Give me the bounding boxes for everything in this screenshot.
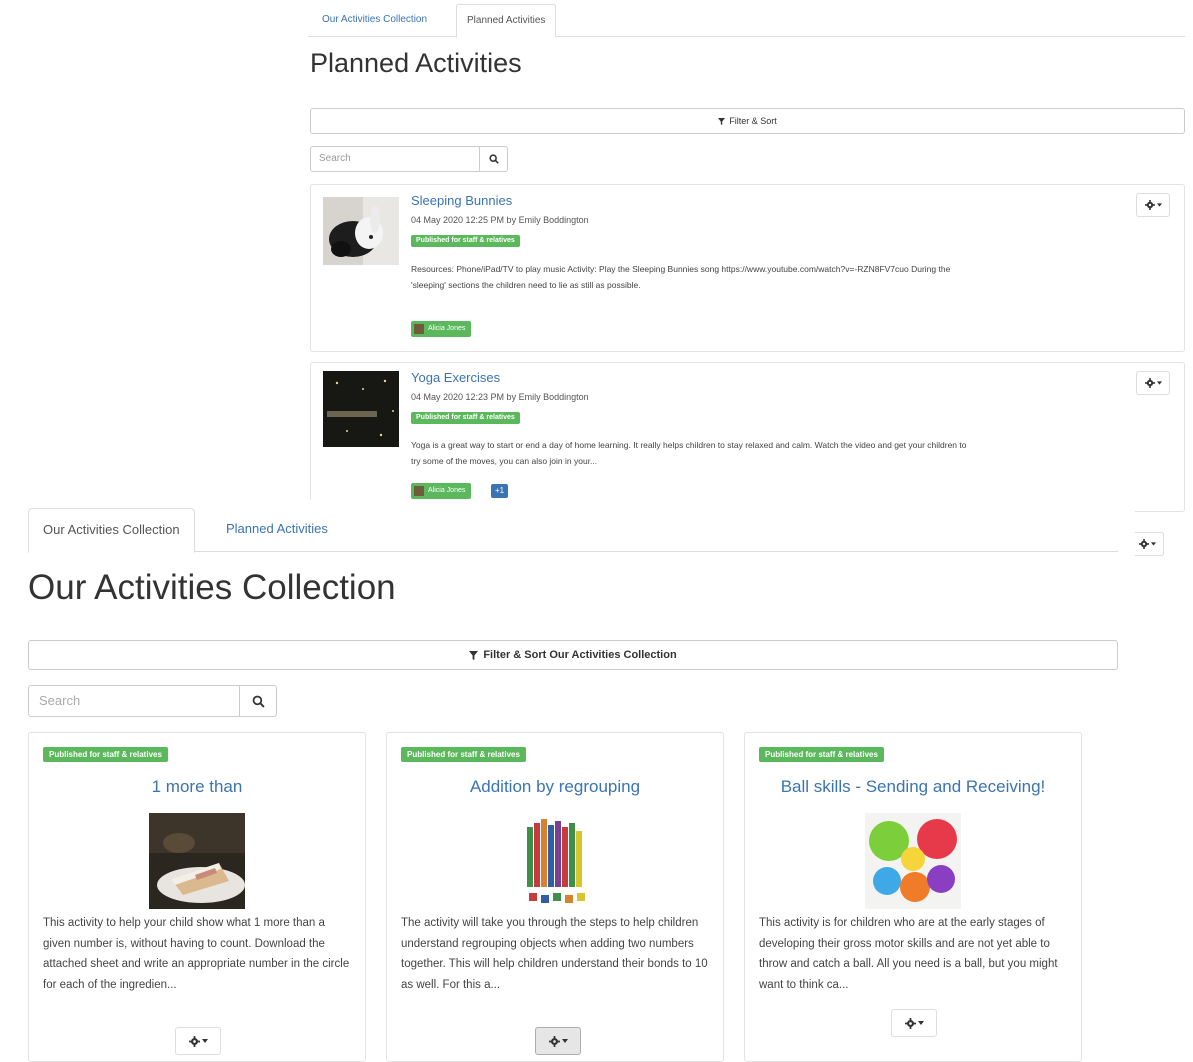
caret-down-icon bbox=[1156, 381, 1162, 385]
gear-icon bbox=[1138, 539, 1149, 549]
activity-title-link[interactable]: Ball skills - Sending and Receiving! bbox=[745, 777, 1081, 797]
page-title: Our Activities Collection bbox=[28, 568, 396, 607]
gear-icon bbox=[1144, 378, 1155, 388]
child-name: Alicia Jones bbox=[428, 325, 466, 332]
caret-down-icon bbox=[561, 1039, 568, 1043]
actions-menu-button[interactable] bbox=[175, 1027, 221, 1055]
actions-menu-button[interactable] bbox=[535, 1027, 581, 1055]
activity-card: Published for staff & relatives Ball ski… bbox=[744, 732, 1082, 1062]
activity-card: Published for staff & relatives 1 more t… bbox=[28, 732, 366, 1062]
child-tag[interactable]: Alicia Jones bbox=[411, 321, 472, 337]
activity-title-link[interactable]: Yoga Exercises bbox=[411, 370, 500, 385]
status-badge: Published for staff & relatives bbox=[43, 747, 168, 762]
gear-icon bbox=[188, 1035, 200, 1047]
activity-meta: 04 May 2020 12:23 PM by Emily Boddington bbox=[411, 392, 589, 402]
filter-sort-button[interactable]: Filter & Sort bbox=[310, 108, 1185, 134]
colourful-balls-photo[interactable] bbox=[865, 813, 961, 909]
search-button[interactable] bbox=[480, 146, 508, 172]
child-name: Alicia Jones bbox=[428, 487, 466, 494]
search-button[interactable] bbox=[240, 685, 277, 717]
status-badge: Published for staff & relatives bbox=[759, 747, 884, 762]
filter-icon bbox=[469, 650, 479, 660]
activity-description: The activity will take you through the s… bbox=[401, 917, 708, 991]
gear-icon bbox=[904, 1017, 916, 1029]
child-tag[interactable]: Alicia Jones bbox=[411, 483, 472, 499]
cake-slice-photo[interactable] bbox=[149, 813, 245, 909]
activity-description: This activity is for children who are at… bbox=[759, 917, 1058, 991]
planned-activities-screenshot: Our Activities Collection Planned Activi… bbox=[308, 0, 1185, 556]
activity-title-link[interactable]: Sleeping Bunnies bbox=[411, 193, 512, 208]
filter-sort-label: Filter & Sort bbox=[729, 116, 777, 126]
tab-planned-activities[interactable]: Planned Activities bbox=[212, 508, 342, 553]
caret-down-icon bbox=[201, 1039, 208, 1043]
activity-meta: 04 May 2020 12:25 PM by Emily Boddington bbox=[411, 215, 589, 225]
activity-title-link[interactable]: 1 more than bbox=[29, 777, 365, 797]
avatar bbox=[414, 324, 424, 334]
activity-thumbnail[interactable] bbox=[323, 197, 399, 265]
page-title: Planned Activities bbox=[310, 48, 522, 78]
gear-icon bbox=[1144, 200, 1155, 210]
more-children-badge[interactable]: +1 bbox=[491, 484, 509, 498]
activity-title-link[interactable]: Addition by regrouping bbox=[387, 777, 723, 797]
filter-sort-button[interactable]: Filter & Sort Our Activities Collection bbox=[28, 640, 1118, 670]
actions-menu-button[interactable] bbox=[1130, 532, 1164, 556]
filter-icon bbox=[718, 117, 726, 125]
tab-planned-activities[interactable]: Planned Activities bbox=[456, 4, 557, 38]
activities-collection-screenshot: Our Activities Collection Planned Activi… bbox=[0, 500, 1135, 1062]
search-input[interactable]: Search bbox=[310, 146, 480, 172]
activity-description: Yoga is a great way to start or end a da… bbox=[411, 440, 967, 466]
number-rods-photo[interactable] bbox=[507, 813, 603, 909]
activity-thumbnail[interactable] bbox=[323, 371, 399, 447]
activity-description: This activity to help your child show wh… bbox=[43, 917, 350, 991]
status-badge: Published for staff & relatives bbox=[401, 747, 526, 762]
caret-down-icon bbox=[917, 1021, 924, 1025]
status-badge: Published for staff & relatives bbox=[411, 412, 520, 424]
filter-sort-label: Filter & Sort Our Activities Collection bbox=[483, 649, 677, 661]
tab-our-activities-collection[interactable]: Our Activities Collection bbox=[312, 4, 437, 38]
tab-bar: Our Activities Collection Planned Activi… bbox=[28, 508, 1118, 553]
actions-menu-button[interactable] bbox=[891, 1009, 937, 1037]
caret-down-icon bbox=[1150, 542, 1156, 546]
search-bar: Search bbox=[28, 685, 277, 717]
status-badge: Published for staff & relatives bbox=[411, 235, 520, 247]
list-item: Sleeping Bunnies 04 May 2020 12:25 PM by… bbox=[310, 184, 1185, 352]
search-input[interactable]: Search bbox=[28, 685, 240, 717]
search-bar: Search bbox=[310, 146, 508, 172]
search-icon bbox=[488, 154, 499, 164]
caret-down-icon bbox=[1156, 203, 1162, 207]
actions-menu-button[interactable] bbox=[1136, 371, 1170, 395]
activity-card: Published for staff & relatives Addition… bbox=[386, 732, 724, 1062]
list-item: Yoga Exercises 04 May 2020 12:23 PM by E… bbox=[310, 362, 1185, 512]
tab-our-activities-collection[interactable]: Our Activities Collection bbox=[28, 508, 195, 553]
tab-bar: Our Activities Collection Planned Activi… bbox=[308, 4, 1185, 38]
activity-description: Resources: Phone/iPad/TV to play music A… bbox=[411, 264, 951, 290]
actions-menu-button[interactable] bbox=[1136, 193, 1170, 217]
search-icon bbox=[252, 695, 265, 708]
gear-icon bbox=[548, 1035, 560, 1047]
avatar bbox=[414, 486, 424, 496]
